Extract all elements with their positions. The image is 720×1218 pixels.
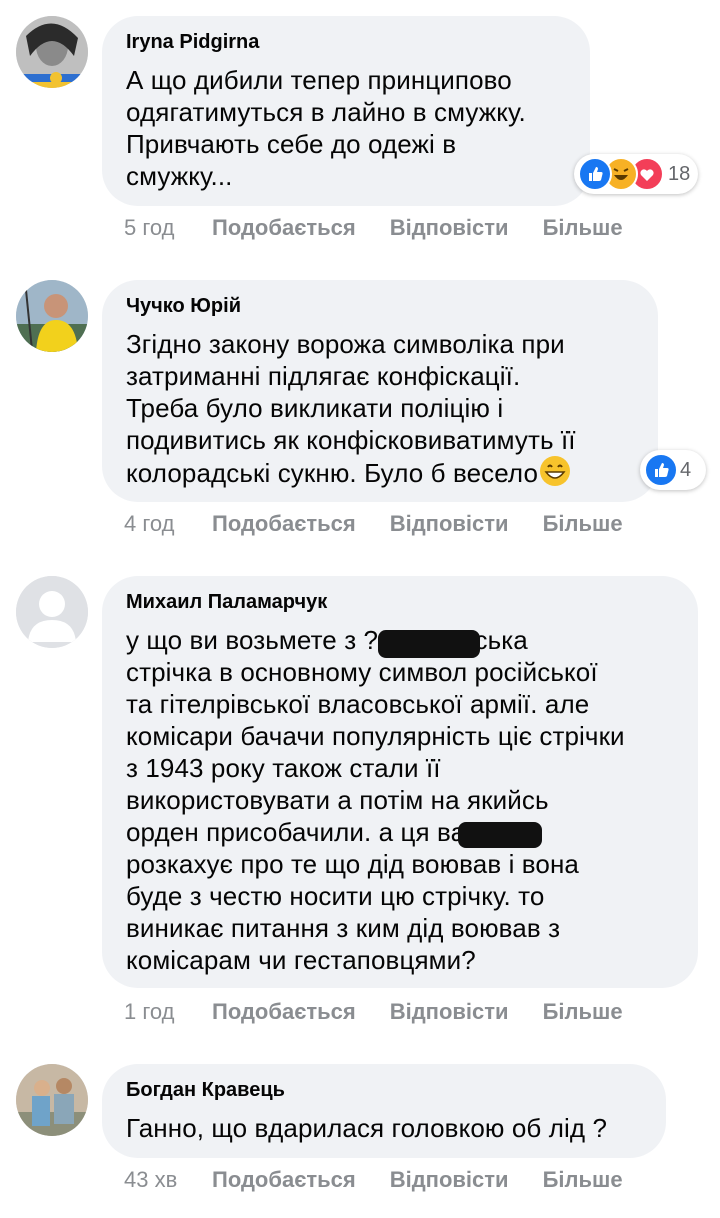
avatar-photo-icon (16, 280, 88, 352)
like-button[interactable]: Подобається (212, 1165, 356, 1195)
redaction-mark (458, 822, 542, 848)
redaction-mark (378, 630, 480, 658)
reaction-count: 18 (668, 162, 691, 185)
like-button[interactable]: Подобається (212, 997, 356, 1027)
more-button[interactable]: Більше (543, 213, 623, 243)
like-button[interactable]: Подобається (212, 213, 356, 243)
more-button[interactable]: Більше (543, 997, 623, 1027)
comment-actions: 1 год Подобається Відповісти Більше (124, 997, 657, 1027)
comment-actions: 4 год Подобається Відповісти Більше (124, 509, 657, 539)
avatar[interactable] (16, 280, 88, 352)
more-button[interactable]: Більше (543, 509, 623, 539)
comment-time[interactable]: 43 хв (124, 1165, 212, 1195)
reaction-summary[interactable]: 4 (640, 450, 706, 490)
reply-button[interactable]: Відповісти (390, 1165, 509, 1195)
comment-text: у що ви возьмете з ? георгіївська стрічк… (126, 625, 625, 975)
comment-text: Згідно закону ворожа символіка при затри… (126, 329, 576, 488)
comment-bubble: Чучко Юрій Згідно закону ворожа символік… (102, 280, 658, 502)
comment-author[interactable]: Чучко Юрій (126, 294, 634, 318)
avatar[interactable] (16, 576, 88, 648)
reaction-summary[interactable]: 18 (574, 154, 698, 194)
comment-text: Ганно, що вдарилася головкою об лід ? (126, 1113, 608, 1143)
reply-button[interactable]: Відповісти (390, 509, 509, 539)
like-icon (578, 157, 612, 191)
comment-bubble: Iryna Pidgirna А що дибили тепер принцип… (102, 16, 590, 206)
reply-button[interactable]: Відповісти (390, 213, 509, 243)
reply-button[interactable]: Відповісти (390, 997, 509, 1027)
comment-author[interactable]: Богдан Кравець (126, 1078, 642, 1102)
more-button[interactable]: Більше (543, 1165, 623, 1195)
comment-actions: 5 год Подобається Відповісти Більше (124, 213, 657, 243)
comment-actions: 43 хв Подобається Відповісти Більше (124, 1165, 657, 1195)
grin-emoji-icon (540, 456, 571, 486)
like-icon (644, 453, 678, 487)
reaction-count: 4 (680, 458, 692, 481)
default-profile-icon (16, 576, 88, 648)
avatar-photo-icon (16, 16, 88, 88)
comment-time[interactable]: 5 год (124, 213, 212, 243)
comment-time[interactable]: 1 год (124, 997, 212, 1027)
comment-text: А що дибили тепер принципово одягатимуть… (126, 65, 526, 191)
avatar[interactable] (16, 16, 88, 88)
like-button[interactable]: Подобається (212, 509, 356, 539)
comment-time[interactable]: 4 год (124, 509, 212, 539)
comment-bubble: Богдан Кравець Ганно, що вдарилася голов… (102, 1064, 666, 1158)
comment-author[interactable]: Михаил Паламарчук (126, 590, 674, 614)
comment-author[interactable]: Iryna Pidgirna (126, 30, 566, 54)
avatar[interactable] (16, 1064, 88, 1136)
avatar-photo-icon (16, 1064, 88, 1136)
